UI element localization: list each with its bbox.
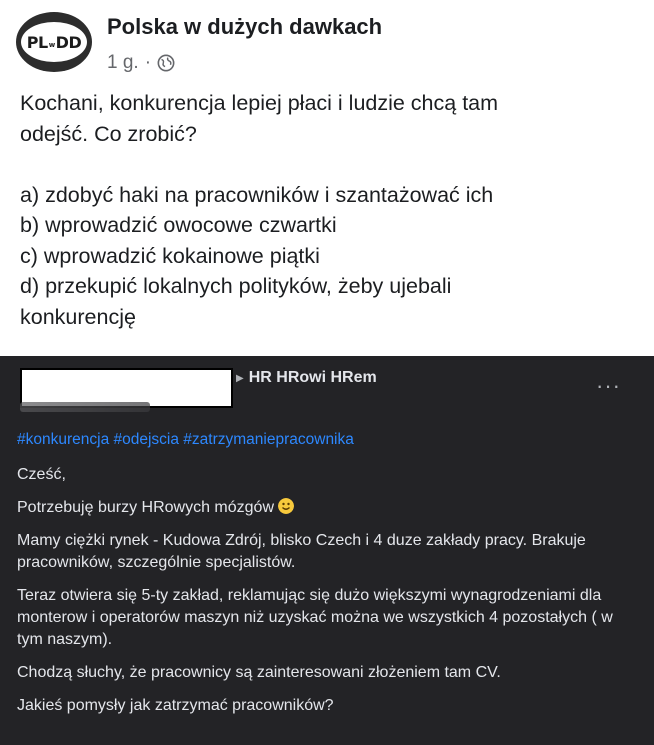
smiley-emoji-icon: [278, 498, 294, 514]
paragraph-with-emoji: Potrzebuję burzy HRowych mózgów: [17, 497, 637, 519]
group-breadcrumb: ▶ HR HRowi HRem: [236, 369, 377, 387]
post-meta: 1 g. ·: [107, 52, 175, 74]
paragraph-text: Potrzebuję burzy HRowych mózgów: [17, 499, 274, 516]
paragraph: Chodzą słuchy, że pracownicy są zaintere…: [17, 664, 501, 681]
logo-text-pl: PL: [26, 32, 48, 52]
option-b: b) wprowadzić owocowe czwartki: [20, 213, 337, 237]
post-body: Kochani, konkurencja lepiej płaci i ludz…: [20, 88, 640, 332]
page-name-link[interactable]: Polska w dużych dawkach: [107, 14, 382, 40]
group-name: HR HRowi HRem: [248, 369, 377, 386]
globe-icon[interactable]: [157, 54, 175, 72]
option-d: d) przekupić lokalnych polityków, żeby u…: [20, 274, 452, 298]
meta-separator: ·: [144, 52, 152, 73]
paragraph: Cześć,: [17, 466, 66, 483]
more-options-icon: ···: [596, 373, 621, 398]
facebook-post: PL w DD Polska w dużych dawkach 1 g. · Koc…: [0, 0, 654, 356]
post-timestamp[interactable]: 1 g.: [107, 52, 139, 74]
logo-text-w: w: [48, 41, 55, 49]
option-c: c) wprowadzić kokainowe piątki: [20, 243, 320, 268]
post-line: Kochani, konkurencja lepiej płaci i ludz…: [20, 91, 499, 115]
screenshot-post-body: Cześć, Potrzebuję burzy HRowych mózgów M…: [17, 464, 637, 728]
page-logo: PL w DD: [21, 22, 87, 62]
paragraph: Mamy ciężki rynek - Kudowa Zdrój, blisko…: [17, 532, 586, 571]
post-line: odejść. Co zrobić?: [20, 121, 197, 146]
embedded-screenshot: ▶ HR HRowi HRem ··· #konkurencja #odejsc…: [0, 356, 654, 745]
option-a: a) zdobyć haki na pracowników i szantażo…: [20, 182, 494, 207]
hashtags: #konkurencja #odejscia #zatrzymaniepraco…: [17, 431, 354, 448]
faded-post-meta: [20, 402, 150, 412]
paragraph: Jakieś pomysły jak zatrzymać pracowników…: [17, 697, 334, 714]
option-d-continued: konkurencję: [20, 304, 136, 329]
page-avatar[interactable]: PL w DD: [16, 12, 92, 72]
logo-text-dd: DD: [55, 32, 82, 52]
arrow-right-icon: ▶: [236, 372, 244, 384]
paragraph: Teraz otwiera się 5-ty zakład, reklamują…: [17, 587, 613, 648]
